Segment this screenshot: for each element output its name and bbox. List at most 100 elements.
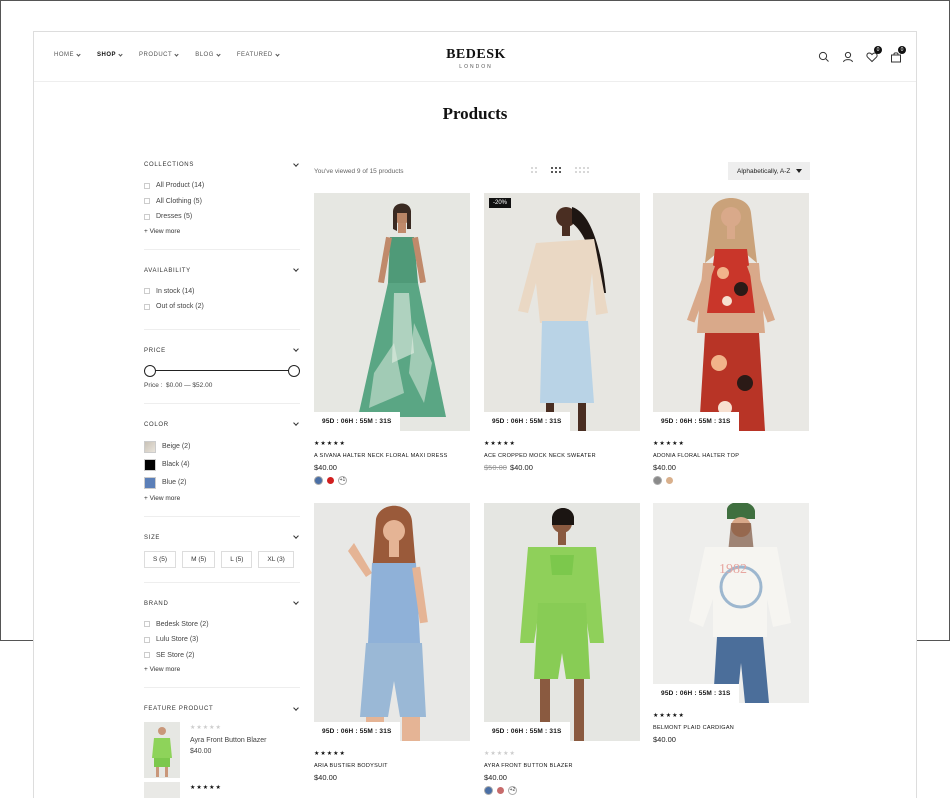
site-logo[interactable]: BEDESK LONDON [446,47,506,70]
view-more-link[interactable]: + View more [144,666,300,673]
blue-swatch[interactable] [314,476,323,485]
product-name[interactable]: A SIVANA HALTER NECK FLORAL MAXI DRESS [314,453,470,459]
black-swatch[interactable] [144,458,156,471]
feature-product-image[interactable] [144,722,180,778]
more-colors-badge[interactable]: +1 [338,476,347,485]
cart-icon[interactable]: 0 [890,46,906,63]
more-colors-badge[interactable]: +2 [508,786,517,795]
filter-title: BRAND [144,600,169,607]
slider-max-handle[interactable] [288,364,300,377]
slider-min-handle[interactable] [144,364,156,377]
product-image[interactable]: 95D : 06H : 55M : 31S [314,503,470,741]
size-chip[interactable]: M (5) [182,550,216,568]
product-image[interactable]: -20% 95D : 06H : 55M : 31S [484,193,640,431]
size-chip[interactable]: XL (3) [258,550,294,568]
product-card[interactable]: 1982 95D : 06H : 55M : 31S ★★★★★ BELMONT… [653,503,809,744]
feature-product-item[interactable]: ★★★★★ [144,782,300,798]
feature-product-item[interactable]: ★★★★★ Ayra Front Button Blazer $40.00 [144,722,300,778]
grid-3-icon[interactable] [551,167,561,173]
product-image[interactable]: 95D : 06H : 55M : 31S [653,193,809,431]
filter-color-header[interactable]: COLOR [144,418,300,432]
product-name[interactable]: ADONIA FLORAL HALTER TOP [653,453,809,459]
product-name[interactable]: ARIA BUSTIER BODYSUIT [314,763,470,769]
view-more-link[interactable]: + View more [144,495,300,502]
color-option[interactable]: Beige (2) [144,438,300,456]
peach-swatch[interactable] [665,476,674,485]
filter-option[interactable]: Lulu Store (3) [144,632,300,648]
filter-option[interactable]: Bedesk Store (2) [144,617,300,633]
grid-2-icon[interactable] [531,167,537,173]
filter-option[interactable]: All Product (14) [144,178,300,194]
grid-4-icon[interactable] [575,167,589,173]
product-swatches [653,476,809,485]
filter-option[interactable]: SE Store (2) [144,648,300,664]
checkbox[interactable] [144,303,150,310]
checkbox[interactable] [144,652,150,659]
filter-option[interactable]: All Clothing (5) [144,194,300,210]
filter-brand-header[interactable]: BRAND [144,597,300,611]
checkbox[interactable] [144,621,150,628]
filter-price-header[interactable]: PRICE [144,344,300,358]
product-name[interactable]: BELMONT PLAID CARDIGAN [653,725,809,731]
filter-option[interactable]: Dresses (5) [144,209,300,225]
checkbox[interactable] [144,288,150,295]
product-card[interactable]: 95D : 06H : 55M : 31S ★★★★★ A SIVANA HAL… [314,193,470,485]
filter-option[interactable]: Out of stock (2) [144,299,300,315]
color-option[interactable]: Black (4) [144,456,300,474]
filter-size-header[interactable]: SIZE [144,531,300,545]
rose-swatch[interactable] [496,786,505,795]
filter-availability-header[interactable]: AVAILABILITY [144,264,300,278]
account-icon[interactable] [842,50,854,63]
nav-item-shop[interactable]: SHOP [97,51,123,58]
product-price: $40.00 [653,463,809,472]
feature-product-info: ★★★★★ [190,782,222,798]
nav-item-product[interactable]: PRODUCT [139,51,179,58]
rating-stars: ★★★★★ [190,725,222,731]
product-card[interactable]: 95D : 06H : 55M : 31S ★★★★★ ARIA BUSTIER… [314,503,470,782]
checkbox[interactable] [144,182,150,189]
product-card[interactable]: 95D : 06H : 55M : 31S ★★★★★ AYRA FRONT B… [484,503,640,795]
site-header: HOME SHOP PRODUCT BLOG FEATURED BEDESK L… [34,32,916,82]
product-name[interactable]: ACE CROPPED MOCK NECK SWEATER [484,453,640,459]
filter-brand: BRAND Bedesk Store (2) Lulu Store (3) SE… [144,597,300,688]
blue-swatch[interactable] [484,786,493,795]
feature-product-name[interactable]: Ayra Front Button Blazer [190,737,267,744]
checkbox[interactable] [144,213,150,220]
price-slider[interactable] [144,364,300,378]
nav-label: BLOG [195,52,214,58]
size-chip[interactable]: L (5) [221,550,253,568]
nav-item-blog[interactable]: BLOG [195,51,221,58]
product-card[interactable]: 95D : 06H : 55M : 31S ★★★★★ ADONIA FLORA… [653,193,809,485]
size-chip[interactable]: S (5) [144,550,177,568]
chevron-down-icon [76,51,81,57]
filter-size: SIZE S (5) M (5) L (5) XL (3) [144,531,300,583]
feature-product-image[interactable] [144,782,180,798]
product-image[interactable]: 1982 95D : 06H : 55M : 31S [653,503,809,703]
blue-swatch[interactable] [144,476,156,489]
view-more-link[interactable]: + View more [144,228,300,235]
chevron-down-icon [293,704,299,711]
product-image[interactable]: 95D : 06H : 55M : 31S [314,193,470,431]
filter-price: PRICE Price : $0.00 — $52.00 [144,344,300,404]
checkbox[interactable] [144,636,150,643]
red-swatch[interactable] [326,476,335,485]
wishlist-icon[interactable]: 0 [866,46,882,63]
grey-swatch[interactable] [653,476,662,485]
product-image[interactable]: 95D : 06H : 55M : 31S [484,503,640,741]
filter-option[interactable]: In stock (14) [144,284,300,300]
dropdown-arrow-icon [796,169,802,173]
feature-product-header[interactable]: FEATURE PRODUCT [144,702,300,716]
product-price: $40.00 [314,773,470,782]
product-name[interactable]: AYRA FRONT BUTTON BLAZER [484,763,640,769]
price-range-value: $0.00 — $52.00 [166,381,213,389]
checkbox[interactable] [144,198,150,205]
nav-item-featured[interactable]: FEATURED [237,51,280,58]
product-card[interactable]: -20% 95D : 06H : 55M : 31S ★★★★★ ACE CRO… [484,193,640,472]
beige-swatch[interactable] [144,440,156,453]
color-option[interactable]: Blue (2) [144,474,300,492]
nav-item-home[interactable]: HOME [54,51,81,58]
search-icon[interactable] [818,50,830,62]
sort-select[interactable]: Alphabetically, A-Z [728,162,810,180]
chevron-down-icon [293,346,299,352]
filter-collections-header[interactable]: COLLECTIONS [144,158,300,172]
